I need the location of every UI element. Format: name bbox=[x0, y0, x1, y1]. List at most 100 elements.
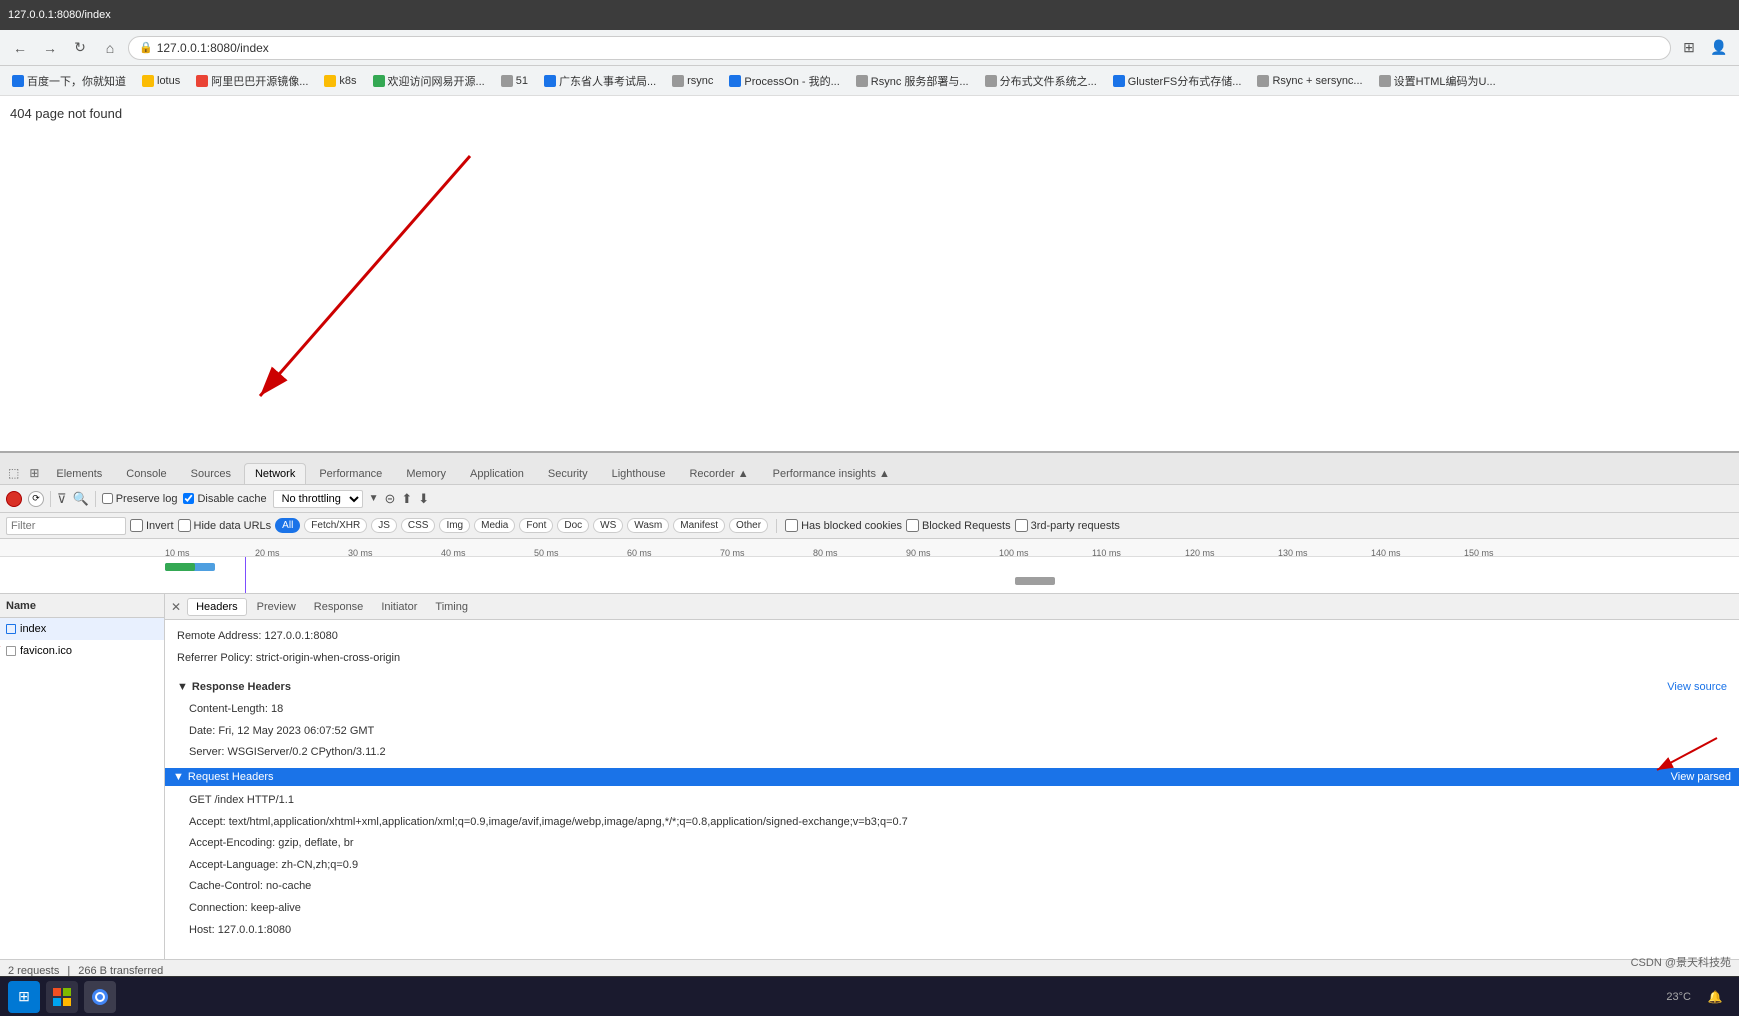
has-blocked-cookies-checkbox[interactable]: Has blocked cookies bbox=[785, 519, 902, 532]
date-value: Fri, 12 May 2023 06:07:52 GMT bbox=[218, 725, 374, 737]
bookmark-icon-processon bbox=[729, 75, 741, 87]
disable-cache-input[interactable] bbox=[183, 493, 194, 504]
filter-type-font[interactable]: Font bbox=[519, 518, 553, 533]
details-tab-timing[interactable]: Timing bbox=[427, 599, 476, 615]
bookmark-51[interactable]: 51 bbox=[495, 73, 534, 89]
hide-data-urls-input[interactable] bbox=[178, 519, 191, 532]
extensions-button[interactable]: ⊞ bbox=[1677, 36, 1701, 60]
address-bar[interactable]: 🔒 127.0.0.1:8080/index bbox=[128, 36, 1671, 60]
disable-cache-checkbox[interactable]: Disable cache bbox=[183, 493, 266, 505]
tab-security[interactable]: Security bbox=[537, 463, 599, 484]
file-list: Name index favicon.ico bbox=[0, 594, 165, 959]
filter-icon[interactable]: ⊽ bbox=[57, 491, 67, 507]
bookmark-guangdong[interactable]: 广东省人事考试局... bbox=[538, 71, 662, 91]
remote-address-row: Remote Address: 127.0.0.1:8080 bbox=[177, 626, 1727, 648]
bookmark-lotus[interactable]: lotus bbox=[136, 73, 186, 89]
bookmark-alibaba[interactable]: 阿里巴巴开源镜像... bbox=[190, 71, 314, 91]
details-tab-headers[interactable]: Headers bbox=[187, 598, 247, 616]
file-item-favicon[interactable]: favicon.ico bbox=[0, 640, 164, 662]
taskbar-app-1[interactable] bbox=[46, 981, 78, 1013]
filter-type-manifest[interactable]: Manifest bbox=[673, 518, 725, 533]
search-icon[interactable]: 🔍 bbox=[73, 491, 89, 507]
bookmark-rsync[interactable]: rsync bbox=[666, 73, 719, 89]
filter-type-wasm[interactable]: Wasm bbox=[627, 518, 669, 533]
details-tab-preview[interactable]: Preview bbox=[249, 599, 304, 615]
filter-separator bbox=[776, 519, 777, 533]
third-party-checkbox[interactable]: 3rd-party requests bbox=[1015, 519, 1120, 532]
record-button[interactable] bbox=[6, 491, 22, 507]
preserve-log-input[interactable] bbox=[102, 493, 113, 504]
bookmark-baidu[interactable]: 百度一下，你就知道 bbox=[6, 71, 132, 91]
filter-type-ws[interactable]: WS bbox=[593, 518, 623, 533]
page-content: 404 page not found bbox=[0, 96, 1739, 456]
stop-button[interactable]: ⟳ bbox=[28, 491, 44, 507]
filter-type-other[interactable]: Other bbox=[729, 518, 768, 533]
tab-performance-insights[interactable]: Performance insights ▲ bbox=[762, 463, 901, 484]
tab-lighthouse[interactable]: Lighthouse bbox=[601, 463, 677, 484]
tab-console[interactable]: Console bbox=[115, 463, 177, 484]
details-tab-response[interactable]: Response bbox=[306, 599, 372, 615]
bookmark-rsync2[interactable]: Rsync 服务部署与... bbox=[850, 71, 975, 91]
view-parsed-link[interactable]: View parsed bbox=[1671, 771, 1731, 783]
throttle-dropdown-icon[interactable]: ▼ bbox=[369, 493, 379, 504]
filter-type-all[interactable]: All bbox=[275, 518, 300, 533]
cache-control-key: Cache-Control: bbox=[189, 880, 266, 892]
filter-type-css[interactable]: CSS bbox=[401, 518, 436, 533]
filter-type-doc[interactable]: Doc bbox=[557, 518, 589, 533]
tab-performance[interactable]: Performance bbox=[308, 463, 393, 484]
invert-input[interactable] bbox=[130, 519, 143, 532]
back-button[interactable]: ← bbox=[8, 36, 32, 60]
tab-sources[interactable]: Sources bbox=[180, 463, 242, 484]
filter-type-fetchxhr[interactable]: Fetch/XHR bbox=[304, 518, 367, 533]
filter-type-js[interactable]: JS bbox=[371, 518, 397, 533]
details-close-button[interactable]: ✕ bbox=[171, 600, 181, 614]
tick-150ms: 150 ms bbox=[1464, 548, 1494, 558]
filter-type-img[interactable]: Img bbox=[439, 518, 470, 533]
tab-recorder[interactable]: Recorder ▲ bbox=[678, 463, 759, 484]
blocked-requests-checkbox[interactable]: Blocked Requests bbox=[906, 519, 1011, 532]
request-headers-toggle[interactable]: ▼ Request Headers bbox=[173, 771, 274, 783]
tick-50ms: 50 ms bbox=[534, 548, 559, 558]
reload-button[interactable]: ↻ bbox=[68, 36, 92, 60]
tab-network[interactable]: Network bbox=[244, 463, 306, 484]
bookmark-k8s[interactable]: k8s bbox=[318, 73, 362, 89]
view-source-link[interactable]: View source bbox=[1667, 681, 1727, 693]
filter-type-media[interactable]: Media bbox=[474, 518, 515, 533]
details-tab-initiator[interactable]: Initiator bbox=[373, 599, 425, 615]
tick-110ms: 110 ms bbox=[1092, 548, 1121, 558]
start-button[interactable]: ⊞ bbox=[8, 981, 40, 1013]
notification-button[interactable]: 🔔 bbox=[1699, 981, 1731, 1013]
filter-input[interactable] bbox=[6, 517, 126, 535]
bookmark-label-wangyi: 欢迎访问网易开源... bbox=[388, 73, 485, 89]
invert-checkbox[interactable]: Invert bbox=[130, 519, 174, 532]
third-party-input[interactable] bbox=[1015, 519, 1028, 532]
invert-label: Invert bbox=[146, 520, 174, 532]
upload-icon[interactable]: ⬆ bbox=[401, 491, 412, 507]
bookmark-glusterfs[interactable]: GlusterFS分布式存储... bbox=[1107, 71, 1248, 91]
tab-elements[interactable]: Elements bbox=[45, 463, 113, 484]
bookmark-html[interactable]: 设置HTML编码为U... bbox=[1373, 71, 1502, 91]
has-blocked-cookies-input[interactable] bbox=[785, 519, 798, 532]
download-icon[interactable]: ⬇ bbox=[418, 491, 429, 507]
taskbar-app-browser[interactable] bbox=[84, 981, 116, 1013]
blocked-requests-input[interactable] bbox=[906, 519, 919, 532]
bookmark-rsync-sersync[interactable]: Rsync + sersync... bbox=[1251, 73, 1368, 89]
tab-memory[interactable]: Memory bbox=[395, 463, 457, 484]
req-get-text: GET /index HTTP/1.1 bbox=[189, 794, 294, 806]
home-button[interactable]: ⌂ bbox=[98, 36, 122, 60]
file-item-index[interactable]: index bbox=[0, 618, 164, 640]
hide-data-urls-checkbox[interactable]: Hide data URLs bbox=[178, 519, 272, 532]
forward-button[interactable]: → bbox=[38, 36, 62, 60]
bookmark-wangyi[interactable]: 欢迎访问网易开源... bbox=[367, 71, 491, 91]
profile-button[interactable]: 👤 bbox=[1707, 36, 1731, 60]
throttle-select[interactable]: No throttling bbox=[273, 490, 363, 508]
tab-application[interactable]: Application bbox=[459, 463, 535, 484]
bookmark-distributed[interactable]: 分布式文件系统之... bbox=[979, 71, 1103, 91]
preserve-log-checkbox[interactable]: Preserve log bbox=[102, 493, 178, 505]
response-headers-toggle[interactable]: ▼ Response Headers bbox=[177, 677, 291, 697]
bookmarks-bar: 百度一下，你就知道 lotus 阿里巴巴开源镜像... k8s 欢迎访问网易开源… bbox=[0, 66, 1739, 96]
bookmark-processon[interactable]: ProcessOn - 我的... bbox=[723, 71, 845, 91]
wifi-icon[interactable]: ⊝ bbox=[384, 491, 395, 507]
responsive-icon[interactable]: ⊞ bbox=[25, 462, 43, 484]
inspect-icon[interactable]: ⬚ bbox=[4, 462, 23, 484]
